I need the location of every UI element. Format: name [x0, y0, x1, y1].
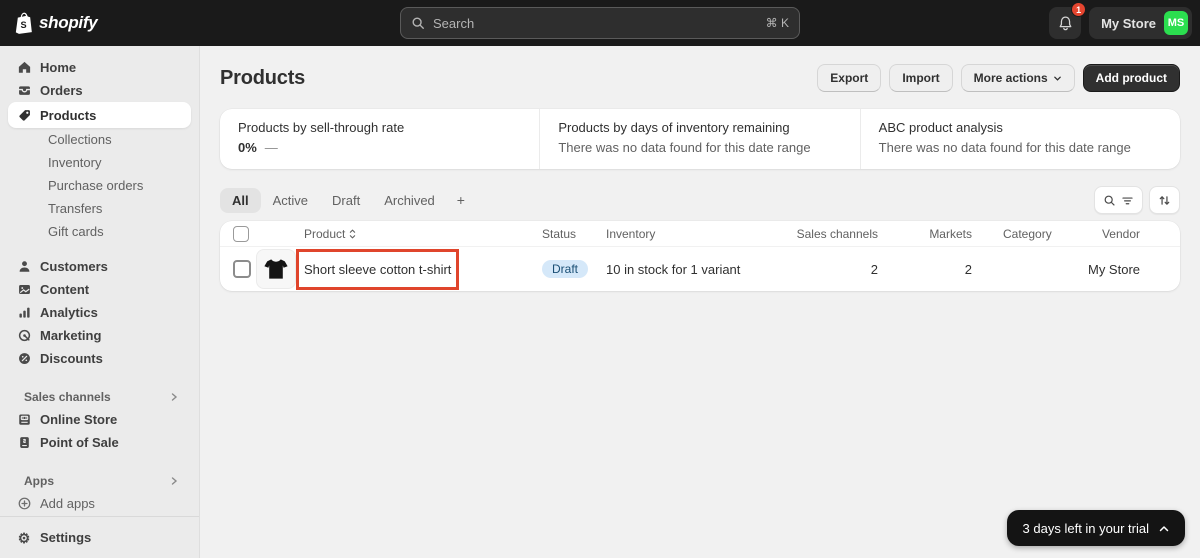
bar-chart-icon [16, 305, 32, 320]
tab-archived[interactable]: Archived [372, 188, 447, 213]
row-checkbox[interactable] [233, 260, 251, 278]
sidebar-item-online-store[interactable]: Online Store [8, 408, 191, 431]
add-view-button[interactable]: + [447, 187, 475, 213]
insight-sell-through-rate[interactable]: Products by sell-through rate 0% — [220, 109, 539, 169]
chevron-right-icon [171, 393, 178, 401]
topbar-right: 1 My Store MS [1049, 2, 1192, 39]
store-menu-button[interactable]: My Store MS [1089, 7, 1192, 39]
search-shortcut: ⌘ K [765, 16, 789, 30]
search-input[interactable] [433, 15, 758, 31]
tab-active[interactable]: Active [261, 188, 320, 213]
shopify-logo[interactable]: S shopify [14, 12, 98, 34]
sidebar-item-add-apps[interactable]: Add apps [8, 492, 191, 515]
sidebar-item-purchase-orders[interactable]: Purchase orders [8, 174, 191, 197]
sidebar-item-collections[interactable]: Collections [8, 128, 191, 151]
sidebar-item-inventory[interactable]: Inventory [8, 151, 191, 174]
store-avatar: MS [1164, 11, 1188, 35]
discount-icon [16, 351, 32, 366]
notifications-button[interactable]: 1 [1049, 2, 1087, 39]
chevron-right-icon [171, 477, 178, 485]
storefront-icon [16, 412, 32, 427]
inventory-cell: 10 in stock for 1 variant [606, 261, 741, 277]
trial-banner-button[interactable]: 3 days left in your trial [1006, 510, 1185, 546]
column-product[interactable]: Product [304, 227, 542, 241]
chevron-up-icon [1159, 525, 1169, 531]
import-button[interactable]: Import [889, 64, 953, 92]
column-status[interactable]: Status [542, 227, 606, 241]
tag-icon [16, 108, 32, 123]
topbar: S shopify ⌘ K 1 My Store MS [0, 0, 1200, 46]
product-name[interactable]: Short sleeve cotton t-shirt [304, 262, 542, 277]
sidebar-item-settings[interactable]: ⚙ Settings [8, 526, 191, 549]
bell-icon [1059, 15, 1072, 30]
sidebar-section-apps[interactable]: Apps [8, 470, 191, 492]
sidebar-item-discounts[interactable]: Discounts [8, 347, 191, 370]
sidebar-item-content[interactable]: Content [8, 278, 191, 301]
home-icon [16, 60, 32, 75]
column-sales-channels[interactable]: Sales channels [782, 227, 892, 241]
add-product-button[interactable]: Add product [1082, 64, 1180, 92]
gear-icon: ⚙ [17, 529, 31, 546]
product-insights-card: Products by sell-through rate 0% — Produc… [220, 109, 1180, 169]
main-content: Products Export Import More actions Add … [200, 46, 1200, 558]
table-header-row: Product Status Inventory Sales channels … [220, 221, 1180, 246]
insight-days-of-inventory[interactable]: Products by days of inventory remaining … [539, 109, 859, 169]
more-actions-button[interactable]: More actions [960, 64, 1075, 92]
sidebar-section-sales-channels[interactable]: Sales channels [8, 386, 191, 408]
sidebar-item-products[interactable]: Products [8, 102, 191, 128]
plus-circle-icon [16, 496, 32, 511]
markets-cell: 2 [964, 261, 972, 277]
chevron-down-icon [1053, 76, 1061, 81]
page-title: Products [220, 66, 306, 89]
status-badge: Draft [542, 260, 589, 278]
trend-dash: — [264, 140, 278, 155]
column-vendor[interactable]: Vendor [1072, 227, 1180, 241]
sidebar: Home Orders Products Collections Invento… [0, 46, 200, 558]
sidebar-item-marketing[interactable]: Marketing [8, 324, 191, 347]
tab-all[interactable]: All [220, 187, 261, 213]
sidebar-item-orders[interactable]: Orders [8, 79, 191, 102]
store-name: My Store [1101, 15, 1156, 31]
tshirt-image [264, 259, 288, 279]
sidebar-item-home[interactable]: Home [8, 56, 191, 79]
sidebar-item-customers[interactable]: Customers [8, 255, 191, 278]
shopify-bag-icon: S [15, 12, 32, 34]
column-markets[interactable]: Markets [892, 227, 986, 241]
marketing-icon [16, 328, 32, 343]
products-table: Product Status Inventory Sales channels … [220, 221, 1180, 291]
column-inventory[interactable]: Inventory [606, 227, 782, 241]
customers-icon [16, 259, 32, 274]
search-and-filter-button[interactable] [1094, 186, 1143, 214]
sidebar-item-analytics[interactable]: Analytics [8, 301, 191, 324]
svg-text:S: S [21, 20, 27, 30]
search-icon [412, 17, 424, 29]
global-search[interactable]: ⌘ K [400, 7, 800, 39]
sort-button[interactable] [1149, 186, 1180, 214]
product-thumbnail [256, 249, 296, 289]
orders-icon [16, 83, 32, 98]
sort-arrows-icon [1159, 195, 1170, 205]
sidebar-item-point-of-sale[interactable]: Point of Sale [8, 431, 191, 454]
shopify-wordmark: shopify [39, 13, 98, 32]
search-icon [1104, 195, 1115, 206]
sales-channels-cell: 2 [870, 261, 878, 277]
select-all-checkbox[interactable] [233, 225, 249, 242]
column-category[interactable]: Category [986, 227, 1072, 241]
shopify-admin: S shopify ⌘ K 1 My Store MS [0, 0, 1200, 558]
tab-draft[interactable]: Draft [320, 188, 372, 213]
sidebar-footer: ⚙ Settings [0, 516, 199, 558]
sort-toggle-icon [350, 229, 356, 238]
content-icon [16, 282, 32, 297]
table-row[interactable]: Short sleeve cotton t-shirt Draft 10 in … [220, 246, 1180, 291]
pos-icon [16, 435, 32, 450]
sidebar-item-transfers[interactable]: Transfers [8, 197, 191, 220]
notification-badge: 1 [1071, 2, 1087, 17]
insight-abc-analysis[interactable]: ABC product analysis There was no data f… [859, 109, 1180, 169]
filter-icon [1122, 196, 1133, 204]
export-button[interactable]: Export [817, 64, 882, 92]
list-filter-tabs: All Active Draft Archived + [220, 185, 1180, 215]
vendor-cell: My Store [1087, 261, 1140, 277]
sidebar-item-gift-cards[interactable]: Gift cards [8, 220, 191, 243]
